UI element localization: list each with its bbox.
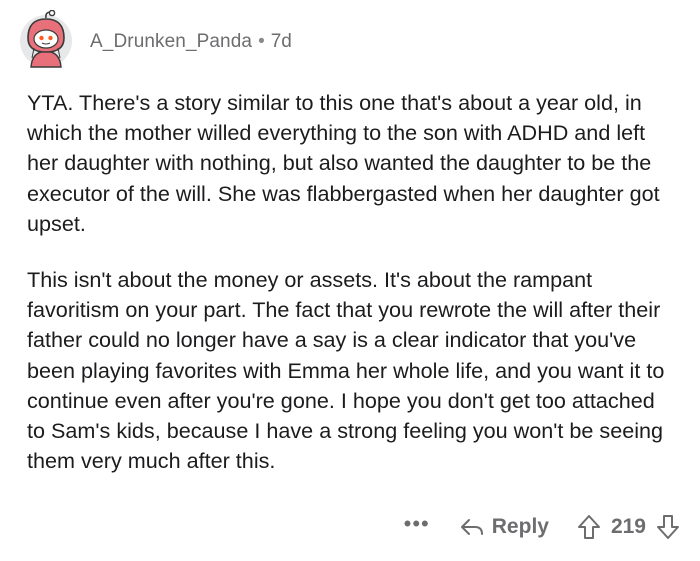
snoo-avatar-icon xyxy=(20,9,72,68)
user-avatar[interactable] xyxy=(16,9,76,70)
reply-arrow-icon xyxy=(460,519,483,535)
upvote-button[interactable] xyxy=(577,514,601,540)
more-options-button[interactable]: ••• xyxy=(404,511,430,537)
comment-paragraph: This isn't about the money or assets. It… xyxy=(27,267,665,474)
comment-header: A_Drunken_Panda • 7d xyxy=(16,8,292,72)
comment-actions: ••• Reply 219 xyxy=(404,510,680,544)
upvote-arrow-icon xyxy=(577,515,600,539)
downvote-button[interactable] xyxy=(656,514,680,540)
meta-separator: • xyxy=(258,31,265,52)
vote-score: 219 xyxy=(610,515,646,538)
downvote-arrow-icon xyxy=(657,515,679,539)
reply-label: Reply xyxy=(491,515,549,538)
reply-button[interactable]: Reply xyxy=(460,515,549,539)
comment-paragraph: YTA. There's a story similar to this one… xyxy=(27,90,660,236)
comment-body: YTA. There's a story similar to this one… xyxy=(27,88,677,476)
comment-author[interactable]: A_Drunken_Panda xyxy=(90,31,252,53)
vote-controls: 219 xyxy=(577,514,680,540)
comment-card: A_Drunken_Panda • 7d YTA. There's a stor… xyxy=(0,0,700,561)
comment-age: 7d xyxy=(270,31,292,52)
